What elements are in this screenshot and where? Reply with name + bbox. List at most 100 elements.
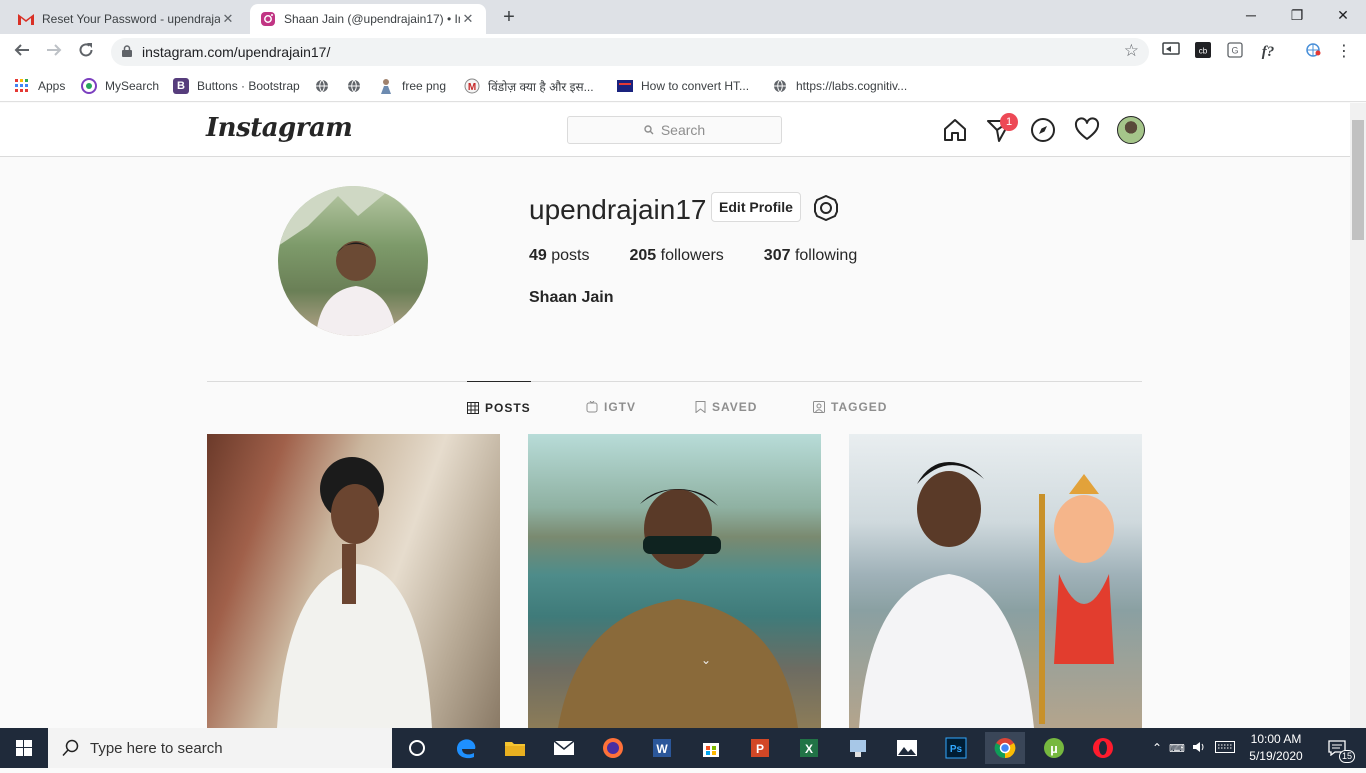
bookmark-label: https://labs.cognitiv...: [796, 79, 908, 93]
gmail-icon: [18, 11, 34, 27]
photos-icon[interactable]: [887, 732, 927, 764]
volume-icon[interactable]: [1188, 741, 1210, 756]
tab-label: TAGGED: [831, 400, 888, 414]
bookmark-apps[interactable]: Apps: [14, 76, 65, 96]
bookmarks-bar: Apps MySearch B Buttons · Bootstrap free…: [0, 70, 1366, 102]
bookmark-globe-2[interactable]: [346, 76, 370, 96]
forward-arrow-icon: [47, 44, 62, 56]
tab-igtv[interactable]: IGTV: [586, 381, 636, 433]
instagram-header: Instagram Search 1: [0, 103, 1350, 157]
bookmark-bootstrap[interactable]: B Buttons · Bootstrap: [173, 76, 300, 96]
utorrent-icon[interactable]: µ: [1034, 732, 1074, 764]
firefox-icon[interactable]: [593, 732, 633, 764]
following-link[interactable]: 307 following: [764, 247, 857, 265]
back-arrow-icon: [14, 44, 29, 56]
site-icon: M: [464, 78, 480, 94]
chrome-icon[interactable]: [985, 732, 1025, 764]
restore-button[interactable]: ❐: [1274, 0, 1320, 30]
scrollbar-thumb[interactable]: [1352, 120, 1364, 240]
activity-heart-icon[interactable]: [1074, 117, 1100, 143]
bookmark-convert-html[interactable]: How to convert HT...: [617, 76, 749, 96]
profile-stats: 49 posts 205 followers 307 following: [529, 247, 897, 265]
chevron-up-icon[interactable]: ⌃: [1148, 741, 1166, 755]
followers-link[interactable]: 205 followers: [630, 247, 724, 265]
notification-count: 15: [1339, 750, 1356, 763]
post-image: [859, 462, 1114, 728]
bookmark-globe-1[interactable]: [314, 76, 338, 96]
globe-icon: [314, 78, 330, 94]
start-button[interactable]: [0, 728, 48, 768]
bookmark-star-icon[interactable]: ☆: [1124, 41, 1139, 61]
tab-label: POSTS: [485, 400, 531, 415]
search-input[interactable]: Search: [567, 116, 782, 144]
excel-icon[interactable]: X: [789, 732, 829, 764]
minimize-button[interactable]: ─: [1228, 0, 1274, 30]
photoshop-icon[interactable]: Ps: [936, 732, 976, 764]
edge-icon[interactable]: [446, 732, 486, 764]
bookmark-icon: [695, 401, 706, 413]
bookmark-label: विंडोज़ क्या है और इस...: [488, 79, 594, 94]
bookmark-free-png[interactable]: free png: [378, 76, 446, 96]
tab-tagged[interactable]: TAGGED: [813, 381, 887, 433]
opera-icon[interactable]: [1083, 732, 1123, 764]
svg-text:µ: µ: [1050, 741, 1058, 756]
cast-icon[interactable]: [1160, 42, 1182, 62]
tab-label: SAVED: [712, 400, 758, 414]
followers-number: 205: [629, 247, 657, 264]
keyboard-icon[interactable]: [1210, 740, 1240, 756]
home-icon[interactable]: [942, 117, 968, 143]
reload-icon: [79, 43, 93, 57]
post-thumbnail[interactable]: [849, 434, 1142, 728]
file-explorer-icon[interactable]: [495, 732, 535, 764]
igtv-icon: [586, 401, 598, 413]
tab-posts[interactable]: POSTS: [467, 381, 531, 433]
profile-picture[interactable]: [278, 186, 428, 336]
post-thumbnail[interactable]: [207, 434, 500, 728]
post-thumbnail[interactable]: ⌄: [528, 434, 821, 728]
clock-time: 10:00 AM: [1250, 732, 1302, 746]
close-tab-icon[interactable]: ✕: [220, 11, 236, 27]
forward-button[interactable]: [42, 40, 66, 64]
action-center-icon[interactable]: 15: [1322, 728, 1356, 768]
store-icon[interactable]: [691, 732, 731, 764]
cortana-icon[interactable]: [397, 732, 437, 764]
close-tab-icon[interactable]: ✕: [460, 11, 476, 27]
tab-title: Shaan Jain (@upendrajain17) • In: [284, 12, 460, 26]
profile-photo-image: [278, 186, 428, 336]
reload-button[interactable]: [74, 40, 98, 64]
network-app-icon[interactable]: [838, 732, 878, 764]
profile-page: upendrajain17 Edit Profile 49 posts 205 …: [0, 157, 1350, 728]
extension-globe-icon[interactable]: [1302, 42, 1324, 62]
edit-profile-button[interactable]: Edit Profile: [711, 192, 801, 222]
tab-instagram[interactable]: Shaan Jain (@upendrajain17) • In ✕: [250, 4, 486, 34]
bookmark-label: How to convert HT...: [641, 79, 750, 93]
chrome-menu-icon[interactable]: ⋮: [1334, 42, 1354, 62]
bookmark-windows-hindi[interactable]: M विंडोज़ क्या है और इस...: [464, 76, 594, 96]
new-tab-button[interactable]: +: [498, 6, 520, 28]
font-finder-icon[interactable]: f?: [1256, 42, 1280, 62]
back-button[interactable]: [10, 40, 34, 64]
translate-icon[interactable]: G: [1224, 42, 1246, 62]
globe-icon: [772, 78, 788, 94]
settings-gear-icon[interactable]: [813, 195, 839, 221]
extension-cb-icon[interactable]: cb: [1192, 42, 1214, 62]
tab-saved[interactable]: SAVED: [695, 381, 757, 433]
mail-icon[interactable]: [544, 732, 584, 764]
profile-avatar-small[interactable]: [1117, 116, 1145, 144]
svg-text:⌄: ⌄: [701, 653, 711, 667]
profile-full-name: Shaan Jain: [529, 289, 614, 306]
bookmark-mysearch[interactable]: MySearch: [81, 76, 159, 96]
language-icon[interactable]: ⌨: [1166, 742, 1188, 755]
tab-gmail[interactable]: Reset Your Password - upendraja ✕: [8, 4, 246, 34]
instagram-logo[interactable]: Instagram: [206, 113, 353, 143]
address-bar[interactable]: instagram.com/upendrajain17/ ☆: [111, 38, 1149, 66]
word-icon[interactable]: W: [642, 732, 682, 764]
taskbar-search-box[interactable]: Type here to search: [48, 728, 392, 768]
windows-taskbar: Type here to search W P X Ps µ ⌃ ⌨ 10:00…: [0, 728, 1366, 768]
explore-compass-icon[interactable]: [1030, 117, 1056, 143]
taskbar-clock[interactable]: 10:00 AM 5/19/2020: [1248, 731, 1304, 765]
bookmark-labs-cognitive[interactable]: https://labs.cognitiv...: [772, 76, 907, 96]
close-window-button[interactable]: ✕: [1320, 0, 1366, 30]
powerpoint-icon[interactable]: P: [740, 732, 780, 764]
svg-text:P: P: [756, 742, 764, 756]
